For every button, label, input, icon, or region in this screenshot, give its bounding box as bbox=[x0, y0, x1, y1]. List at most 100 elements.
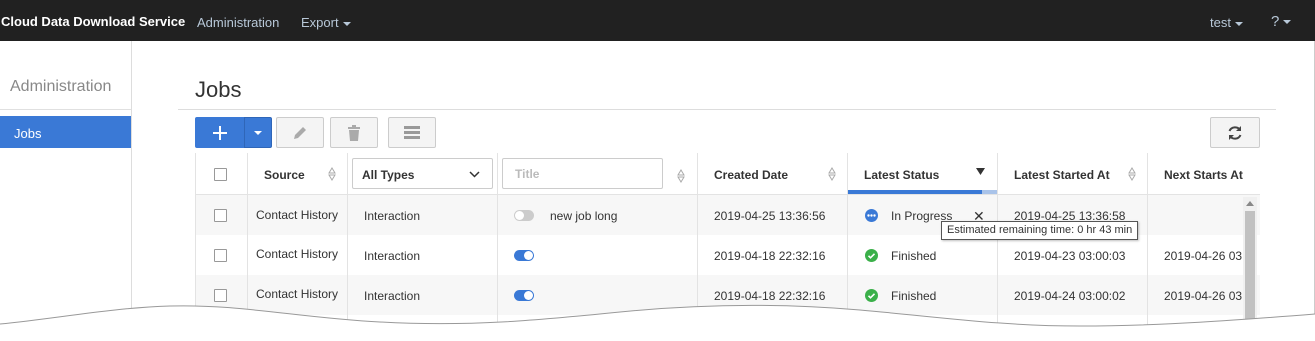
help-menu[interactable]: ? bbox=[1271, 13, 1292, 30]
sidebar-divider bbox=[0, 109, 131, 110]
type-cell: Interaction bbox=[348, 235, 498, 275]
sort-icon bbox=[828, 167, 836, 181]
created-cell: 2019-04-18 22:32:16 bbox=[698, 275, 848, 315]
header-created[interactable]: Created Date bbox=[698, 153, 848, 195]
row-checkbox[interactable] bbox=[214, 289, 227, 302]
created-text: 2019-04-18 22:32:16 bbox=[714, 289, 826, 303]
chevron-down-icon bbox=[1234, 21, 1243, 26]
title-filter-input[interactable] bbox=[502, 158, 663, 189]
chevron-down-icon bbox=[1283, 20, 1292, 25]
enabled-toggle[interactable] bbox=[514, 250, 534, 261]
select-all-checkbox[interactable] bbox=[214, 168, 227, 181]
nav-administration[interactable]: Administration bbox=[197, 15, 279, 30]
refresh-icon bbox=[1228, 125, 1242, 140]
chevron-down-icon bbox=[469, 171, 480, 178]
created-cell bbox=[698, 315, 848, 341]
header-next-label: Next Starts At bbox=[1164, 168, 1243, 182]
status-text: Finished bbox=[891, 249, 937, 263]
started-cell: 2019-04-25 03:00:03 bbox=[998, 315, 1148, 341]
source-text: Contact History bbox=[256, 287, 339, 301]
type-text: Interaction bbox=[364, 209, 421, 223]
table-row[interactable]: 2019-04-25 03:00:03 2019-04-26 03 bbox=[196, 315, 1260, 341]
chevron-down-icon bbox=[342, 21, 351, 26]
title-cell bbox=[498, 275, 698, 315]
refresh-button[interactable] bbox=[1210, 117, 1260, 148]
toggle-knob bbox=[524, 251, 533, 260]
title-divider bbox=[178, 109, 1276, 110]
table-row[interactable]: Contact History Interaction 2019-04-18 2… bbox=[196, 275, 1260, 315]
toggle-knob bbox=[524, 331, 533, 340]
header-created-label: Created Date bbox=[714, 168, 789, 182]
status-progress-bar bbox=[848, 190, 997, 194]
grid-scrollbar[interactable] bbox=[1243, 197, 1257, 341]
delete-button[interactable] bbox=[330, 117, 378, 148]
check-circle-icon bbox=[865, 249, 878, 262]
row-checkbox[interactable] bbox=[214, 209, 227, 222]
jobs-grid: Source All Types Created Date Latest Sta… bbox=[195, 153, 1260, 341]
created-cell: 2019-04-25 13:36:56 bbox=[698, 195, 848, 235]
sidebar-title: Administration bbox=[10, 78, 112, 95]
header-status[interactable]: Latest Status bbox=[848, 153, 998, 195]
row-select-cell bbox=[196, 195, 248, 235]
next-text: 2019-04-26 03 bbox=[1164, 289, 1243, 303]
app-brand[interactable]: Cloud Data Download Service bbox=[1, 14, 185, 29]
nav-export-label: Export bbox=[301, 15, 339, 30]
pencil-icon bbox=[294, 126, 306, 139]
enabled-toggle[interactable] bbox=[514, 290, 534, 301]
sidebar: Administration Jobs bbox=[0, 41, 132, 341]
edit-button[interactable] bbox=[276, 117, 324, 148]
type-filter-select[interactable]: All Types bbox=[352, 158, 493, 189]
type-text: Interaction bbox=[364, 289, 421, 303]
toggle-knob bbox=[524, 291, 533, 300]
type-cell: Interaction bbox=[348, 275, 498, 315]
title-cell: new job long bbox=[498, 195, 698, 235]
started-cell: 2019-04-24 03:00:02 bbox=[998, 275, 1148, 315]
columns-menu-button[interactable] bbox=[388, 117, 436, 148]
in-progress-icon bbox=[865, 209, 878, 222]
sort-desc-icon bbox=[976, 168, 985, 175]
trash-icon bbox=[348, 124, 360, 141]
next-text: 2019-04-26 03 bbox=[1164, 329, 1243, 341]
title-cell bbox=[498, 235, 698, 275]
header-source[interactable]: Source bbox=[248, 153, 348, 195]
next-text: 2019-04-26 03 bbox=[1164, 249, 1243, 263]
source-cell: Contact History bbox=[248, 195, 348, 235]
sidebar-item-jobs[interactable]: Jobs bbox=[0, 116, 131, 148]
header-started-label: Latest Started At bbox=[1014, 168, 1110, 182]
scroll-thumb[interactable] bbox=[1245, 211, 1255, 341]
enabled-toggle[interactable] bbox=[514, 210, 534, 221]
source-text: Contact History bbox=[256, 247, 339, 261]
header-next[interactable]: Next Starts At bbox=[1148, 153, 1260, 195]
source-cell: Contact History bbox=[248, 275, 348, 315]
title-cell bbox=[498, 315, 698, 341]
status-progress-fill bbox=[848, 190, 983, 194]
type-filter-value: All Types bbox=[362, 168, 415, 182]
started-text: 2019-04-25 03:00:03 bbox=[1014, 329, 1126, 341]
check-circle-icon bbox=[865, 289, 878, 302]
started-text: 2019-04-23 03:00:03 bbox=[1014, 249, 1126, 263]
header-started[interactable]: Latest Started At bbox=[998, 153, 1148, 195]
type-cell bbox=[348, 315, 498, 341]
status-text: Finished bbox=[891, 289, 937, 303]
header-type: All Types bbox=[348, 153, 498, 195]
sort-icon bbox=[328, 167, 336, 181]
type-cell: Interaction bbox=[348, 195, 498, 235]
created-text: 2019-04-25 13:36:56 bbox=[714, 209, 826, 223]
table-row[interactable]: Contact History Interaction 2019-04-18 2… bbox=[196, 235, 1260, 275]
add-job-button[interactable] bbox=[195, 117, 245, 148]
remaining-time-tooltip: Estimated remaining time: 0 hr 43 min bbox=[941, 221, 1139, 240]
header-status-label: Latest Status bbox=[864, 168, 940, 182]
list-icon bbox=[404, 125, 420, 139]
help-icon: ? bbox=[1271, 13, 1280, 30]
started-text: 2019-04-24 03:00:02 bbox=[1014, 289, 1126, 303]
nav-export[interactable]: Export bbox=[301, 15, 351, 30]
add-options-button[interactable] bbox=[244, 117, 272, 148]
title-text: new job long bbox=[550, 209, 618, 223]
plus-icon bbox=[213, 125, 227, 140]
user-menu[interactable]: test bbox=[1210, 15, 1243, 30]
page-title: Jobs bbox=[195, 77, 242, 102]
sort-icon bbox=[1128, 167, 1136, 181]
scroll-up-icon[interactable] bbox=[1246, 201, 1254, 206]
enabled-toggle[interactable] bbox=[514, 330, 534, 341]
row-checkbox[interactable] bbox=[214, 249, 227, 262]
